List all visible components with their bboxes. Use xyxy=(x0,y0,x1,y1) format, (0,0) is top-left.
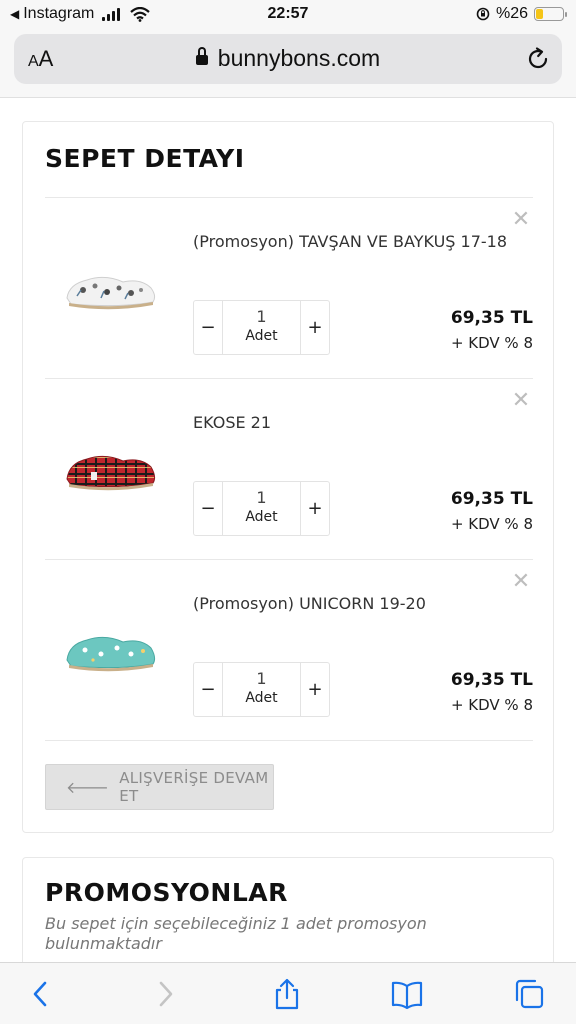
product-image[interactable] xyxy=(61,258,161,318)
item-vat: + KDV % 8 xyxy=(450,334,533,352)
cart-item: (Promosyon) UNICORN 19-20 ✕ − 1 Adet + 6… xyxy=(45,560,533,740)
address-bar[interactable]: AA bunnybons.com xyxy=(14,34,562,84)
url-text: bunnybons.com xyxy=(217,45,381,71)
url-display[interactable]: bunnybons.com xyxy=(14,45,562,72)
item-name[interactable]: (Promosyon) UNICORN 19-20 xyxy=(193,594,426,613)
tabs-icon[interactable] xyxy=(512,977,546,1011)
divider xyxy=(45,740,533,741)
quantity-value: 1 xyxy=(256,669,267,688)
item-name[interactable]: (Promosyon) TAVŞAN VE BAYKUŞ 17-18 xyxy=(193,232,507,251)
status-right: %26 xyxy=(476,5,567,23)
cart-card: SEPET DETAYI (Promosyon) TAVŞAN VE BAYKU… xyxy=(22,121,554,833)
decrease-quantity-button[interactable]: − xyxy=(194,482,222,535)
lock-icon xyxy=(195,47,208,67)
browser-address-area: AA bunnybons.com xyxy=(0,30,576,98)
quantity-field[interactable]: 1 Adet xyxy=(222,663,301,716)
reload-icon[interactable] xyxy=(524,45,552,73)
quantity-field[interactable]: 1 Adet xyxy=(222,301,301,354)
back-icon[interactable] xyxy=(24,977,58,1011)
item-price-block: 69,35 TL + KDV % 8 xyxy=(451,489,533,533)
item-name[interactable]: EKOSE 21 xyxy=(193,413,271,432)
remove-item-icon[interactable]: ✕ xyxy=(511,390,531,412)
promotions-title: PROMOSYONLAR xyxy=(45,878,288,907)
item-price: 69,35 TL xyxy=(450,308,533,328)
browser-toolbar xyxy=(0,962,576,1024)
quantity-value: 1 xyxy=(256,307,267,326)
item-vat: + KDV % 8 xyxy=(450,696,533,714)
forward-icon[interactable] xyxy=(148,977,182,1011)
remove-item-icon[interactable]: ✕ xyxy=(511,209,531,231)
product-image[interactable] xyxy=(61,620,161,680)
quantity-unit: Adet xyxy=(245,690,278,706)
quantity-stepper[interactable]: − 1 Adet + xyxy=(193,662,330,717)
item-price: 69,35 TL xyxy=(450,670,533,690)
remove-item-icon[interactable]: ✕ xyxy=(511,571,531,593)
quantity-unit: Adet xyxy=(245,328,278,344)
quantity-value: 1 xyxy=(256,488,267,507)
continue-shopping-button[interactable]: 🡐 ALIŞVERİŞE DEVAM ET xyxy=(45,764,274,810)
rotation-lock-icon xyxy=(476,7,490,21)
item-price: 69,35 TL xyxy=(450,489,533,509)
cart-item: (Promosyon) TAVŞAN VE BAYKUŞ 17-18 ✕ − 1… xyxy=(45,198,533,378)
decrease-quantity-button[interactable]: − xyxy=(194,663,222,716)
quantity-unit: Adet xyxy=(245,509,278,525)
quantity-field[interactable]: 1 Adet xyxy=(222,482,301,535)
increase-quantity-button[interactable]: + xyxy=(301,301,329,354)
continue-shopping-label: ALIŞVERİŞE DEVAM ET xyxy=(119,769,269,805)
quantity-stepper[interactable]: − 1 Adet + xyxy=(193,481,330,536)
promotions-description: Bu sepet için seçebileceğiniz 1 adet pro… xyxy=(45,914,427,953)
cart-item: EKOSE 21 ✕ − 1 Adet + 69,35 TL + KDV % 8 xyxy=(45,379,533,559)
battery-percent: %26 xyxy=(495,5,528,22)
share-icon[interactable] xyxy=(270,977,304,1011)
item-price-block: 69,35 TL + KDV % 8 xyxy=(451,308,533,352)
arrow-left-icon: 🡐 xyxy=(66,778,110,797)
item-price-block: 69,35 TL + KDV % 8 xyxy=(451,670,533,714)
item-vat: + KDV % 8 xyxy=(450,515,533,533)
battery-level xyxy=(536,9,543,19)
battery-icon xyxy=(534,7,567,21)
cart-title: SEPET DETAYI xyxy=(45,144,245,173)
quantity-stepper[interactable]: − 1 Adet + xyxy=(193,300,330,355)
status-bar: ◀ Instagram 22:57 %26 xyxy=(0,0,576,30)
decrease-quantity-button[interactable]: − xyxy=(194,301,222,354)
increase-quantity-button[interactable]: + xyxy=(301,663,329,716)
increase-quantity-button[interactable]: + xyxy=(301,482,329,535)
product-image[interactable] xyxy=(61,439,161,499)
bookmarks-icon[interactable] xyxy=(390,977,424,1011)
